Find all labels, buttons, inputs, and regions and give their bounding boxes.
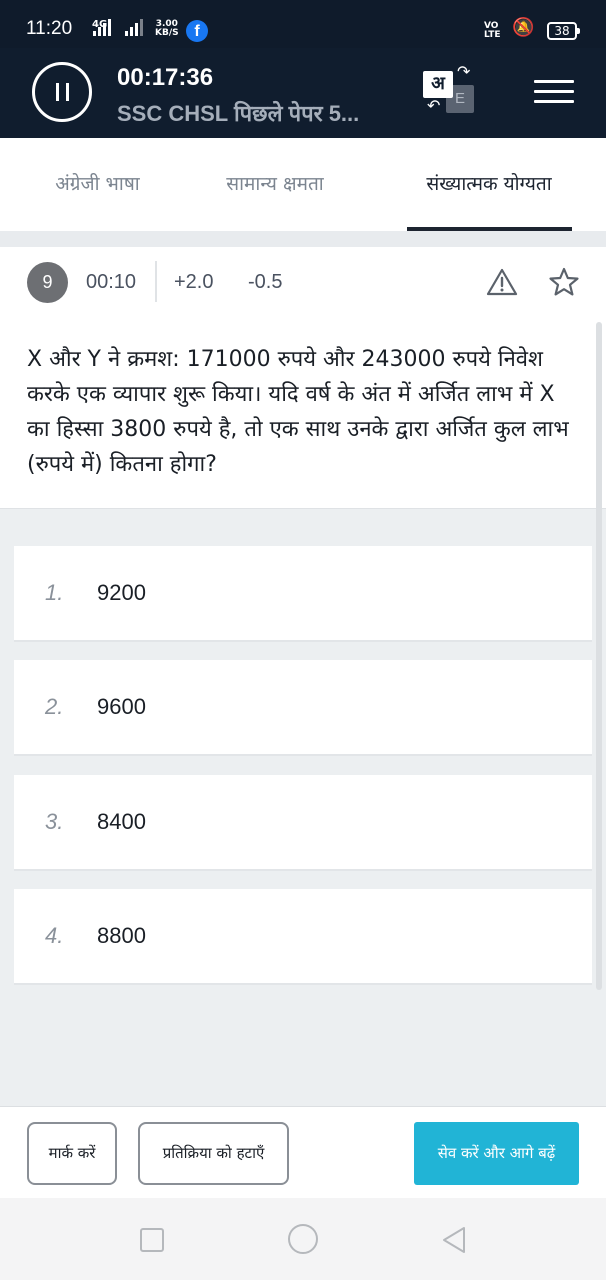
battery-level: 38 xyxy=(554,24,570,38)
system-nav-bar xyxy=(0,1198,606,1280)
status-bar: 11:20 4G 3.00 KB/S f VO LTE 🔕 38 xyxy=(0,0,606,48)
save-and-next-button[interactable]: सेव करें और आगे बढ़ें xyxy=(414,1122,579,1185)
scrollbar[interactable] xyxy=(596,322,602,990)
status-time: 11:20 xyxy=(26,18,73,39)
divider xyxy=(0,231,606,247)
question-text: X और Y ने क्रमश: 171000 रुपये और 243000 … xyxy=(27,347,569,477)
option-number: 2. xyxy=(45,694,64,719)
swap-arrow-icon: ↶ xyxy=(427,96,441,115)
divider xyxy=(0,508,606,509)
lang-hindi: अ xyxy=(423,71,453,98)
option-2[interactable]: 2. 9600 xyxy=(14,660,592,756)
signal-icon-2 xyxy=(125,18,143,36)
option-3[interactable]: 3. 8400 xyxy=(14,775,592,871)
question-panel: X और Y ने क्रमश: 171000 रुपये और 243000 … xyxy=(0,318,606,508)
tab-general-ability[interactable]: सामान्य क्षमता xyxy=(195,138,355,231)
swap-arrow-icon: ↷ xyxy=(457,62,471,81)
pause-button[interactable] xyxy=(32,62,92,122)
mute-icon: 🔕 xyxy=(512,17,535,38)
star-icon[interactable] xyxy=(548,267,580,297)
option-number: 3. xyxy=(45,809,64,834)
option-value: 8800 xyxy=(97,923,146,948)
section-tabs: अंग्रेजी भाषा सामान्य क्षमता संख्यात्मक … xyxy=(0,138,606,231)
test-timer: 00:17:36 xyxy=(117,64,214,91)
question-meta-bar: 9 00:10 +2.0 -0.5 xyxy=(0,247,606,318)
home-icon[interactable] xyxy=(288,1224,318,1254)
tab-english-language[interactable]: अंग्रेजी भाषा xyxy=(20,138,175,231)
test-title: SSC CHSL पिछले पेपर 5... xyxy=(117,101,360,126)
option-number: 4. xyxy=(45,923,64,948)
divider xyxy=(155,261,157,302)
option-value: 9600 xyxy=(97,694,146,719)
negative-marks: -0.5 xyxy=(248,271,283,293)
language-toggle-button[interactable]: E अ ↷ ↶ xyxy=(420,62,480,120)
battery-icon: 38 xyxy=(547,22,580,40)
network-speed: 3.00 KB/S xyxy=(155,19,179,38)
recent-apps-icon[interactable] xyxy=(140,1228,164,1252)
option-value: 8400 xyxy=(97,809,146,834)
question-timer: 00:10 xyxy=(86,271,137,293)
facebook-icon: f xyxy=(186,20,208,42)
warning-icon[interactable] xyxy=(486,267,518,297)
back-icon[interactable] xyxy=(440,1225,468,1255)
clear-response-button[interactable]: प्रतिक्रिया को हटाएँ xyxy=(138,1122,289,1185)
hamburger-menu-icon[interactable] xyxy=(534,80,574,106)
positive-marks: +2.0 xyxy=(174,271,214,293)
signal-icon xyxy=(93,18,111,36)
test-header: 00:17:36 SSC CHSL पिछले पेपर 5... E अ ↷ … xyxy=(0,48,606,138)
option-4[interactable]: 4. 8800 xyxy=(14,889,592,985)
option-value: 9200 xyxy=(97,580,146,605)
action-bar: मार्क करें प्रतिक्रिया को हटाएँ सेव करें… xyxy=(0,1106,606,1198)
pause-icon xyxy=(55,83,59,101)
mark-for-review-button[interactable]: मार्क करें xyxy=(27,1122,117,1185)
question-number-badge: 9 xyxy=(27,262,68,303)
option-1[interactable]: 1. 9200 xyxy=(14,546,592,642)
volte-indicator: VO LTE xyxy=(484,21,501,40)
tab-quantitative-aptitude[interactable]: संख्यात्मक योग्यता xyxy=(398,138,580,231)
option-number: 1. xyxy=(45,580,64,605)
